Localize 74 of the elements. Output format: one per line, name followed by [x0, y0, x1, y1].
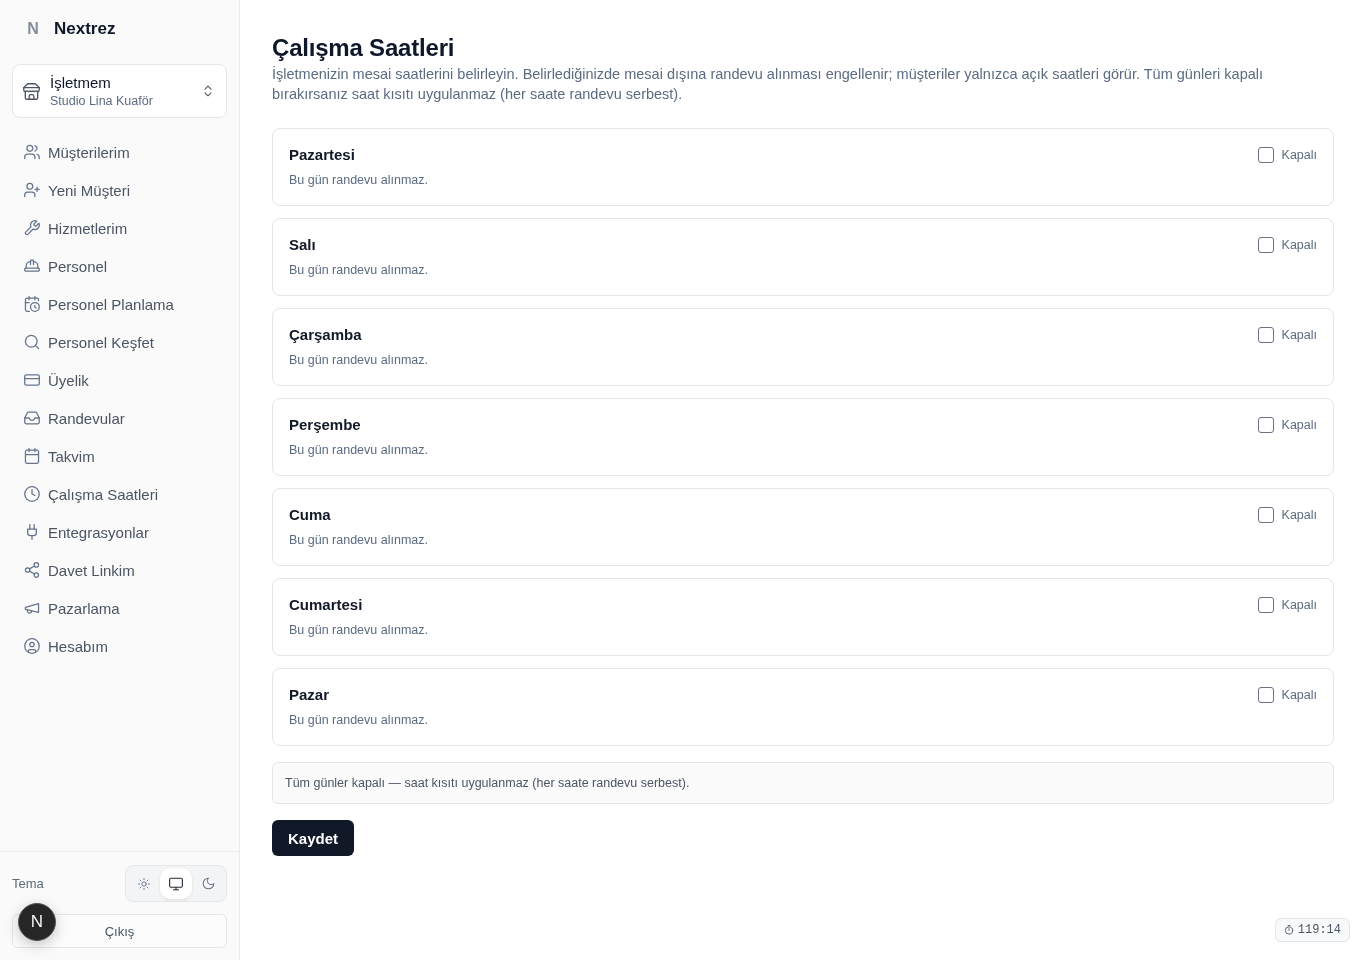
- wrench-icon: [24, 220, 40, 236]
- day-note: Bu gün randevu alınmaz.: [289, 532, 428, 549]
- page-description: İşletmenizin mesai saatlerini belirleyin. Belirlediğinizde mesai dışına randevu alınması engellenir; müşteriler yalnızca açık saatleri görür. Tüm günleri kapalı bırakırsanız saat kısıtı uygulanmaz (her saate randevu serbest).: [272, 65, 1265, 104]
- day-name: Cumartesi: [289, 595, 364, 615]
- checkbox[interactable]: [1257, 417, 1274, 433]
- checkbox[interactable]: [1257, 687, 1274, 703]
- checkbox[interactable]: [1257, 147, 1274, 163]
- megaphone-icon: [24, 600, 40, 616]
- sidebar-item[interactable]: Personel: [12, 247, 227, 285]
- search-icon: [24, 334, 40, 350]
- inbox-icon: [24, 410, 40, 426]
- checkbox-label[interactable]: Kapalı: [1281, 688, 1317, 702]
- day-name: Perşembe: [289, 415, 362, 435]
- sidebar-item[interactable]: Yeni Müşteri: [12, 171, 227, 209]
- monitor-icon: [169, 876, 183, 891]
- timer-text: 119:14: [1297, 923, 1341, 937]
- sidebar-item[interactable]: Çalışma Saatleri: [12, 475, 227, 513]
- day-name: Cuma: [289, 505, 332, 525]
- theme-label: Tema: [12, 876, 44, 891]
- theme-button[interactable]: [160, 868, 192, 899]
- sidebar-item[interactable]: Üyelik: [12, 361, 227, 399]
- sidebar-item[interactable]: Personel Planlama: [12, 285, 227, 323]
- sidebar-item[interactable]: Entegrasyonlar: [12, 513, 227, 551]
- page-title: Çalışma Saatleri: [272, 33, 456, 63]
- users-icon: [24, 144, 40, 160]
- clock-icon: [24, 486, 40, 502]
- sidebar-item[interactable]: Müşterilerim: [12, 133, 227, 171]
- sidebar-item[interactable]: Takvim: [12, 437, 227, 475]
- day-name: Pazartesi: [289, 145, 356, 165]
- user-circle-icon: [24, 638, 40, 654]
- save-button[interactable]: Kaydet: [272, 820, 355, 856]
- checkbox[interactable]: [1257, 237, 1274, 253]
- card-icon: [24, 372, 40, 388]
- hard-hat-icon: [24, 258, 40, 274]
- store-icon: [23, 82, 40, 100]
- business-selector[interactable]: İşletmem Studio Lina Kuaför: [12, 64, 227, 118]
- sidebar-item[interactable]: Davet Linkim: [12, 551, 227, 589]
- sidebar-item[interactable]: Pazarlama: [12, 589, 227, 627]
- chevrons-up-down-icon: [202, 85, 214, 97]
- day-note: Bu gün randevu alınmaz.: [289, 442, 428, 459]
- plug-icon: [24, 524, 40, 540]
- day-note: Bu gün randevu alınmaz.: [289, 352, 428, 369]
- sidebar-item[interactable]: Hesabım: [12, 627, 227, 665]
- day-note: Bu gün randevu alınmaz.: [289, 622, 428, 639]
- calendar-clock-icon: [24, 296, 40, 312]
- day-name: Çarşamba: [289, 325, 363, 345]
- checkbox-label[interactable]: Kapalı: [1281, 418, 1317, 432]
- checkbox-label[interactable]: Kapalı: [1281, 598, 1317, 612]
- day-name: Salı: [289, 235, 317, 255]
- info-notice: Tüm günler kapalı — saat kısıtı uygulanmaz (her saate randevu serbest).: [272, 762, 1334, 804]
- day-note: Bu gün randevu alınmaz.: [289, 262, 428, 279]
- calendar-icon: [24, 448, 40, 464]
- checkbox[interactable]: [1257, 327, 1274, 343]
- business-label: İşletmem: [50, 73, 112, 92]
- logo-mark: N: [26, 20, 40, 38]
- brand-name: Nextrez: [54, 19, 116, 39]
- moon-icon: [201, 877, 215, 890]
- day-note: Bu gün randevu alınmaz.: [289, 712, 428, 729]
- checkbox-label[interactable]: Kapalı: [1281, 238, 1317, 252]
- checkbox[interactable]: [1257, 597, 1274, 613]
- user-plus-icon: [24, 182, 40, 198]
- checkbox-label[interactable]: Kapalı: [1281, 508, 1317, 522]
- checkbox[interactable]: [1257, 507, 1274, 523]
- share-icon: [24, 562, 40, 578]
- business-name: Studio Lina Kuaför: [50, 93, 154, 109]
- sidebar-item[interactable]: Randevular: [12, 399, 227, 437]
- day-note: Bu gün randevu alınmaz.: [289, 172, 428, 189]
- checkbox-label[interactable]: Kapalı: [1281, 328, 1317, 342]
- sun-icon: [138, 877, 150, 890]
- day-name: Pazar: [289, 685, 331, 705]
- checkbox-label[interactable]: Kapalı: [1281, 148, 1317, 162]
- stopwatch-icon: [1283, 925, 1294, 935]
- sidebar-item[interactable]: Personel Keşfet: [12, 323, 227, 361]
- sidebar-item[interactable]: Hizmetlerim: [12, 209, 227, 247]
